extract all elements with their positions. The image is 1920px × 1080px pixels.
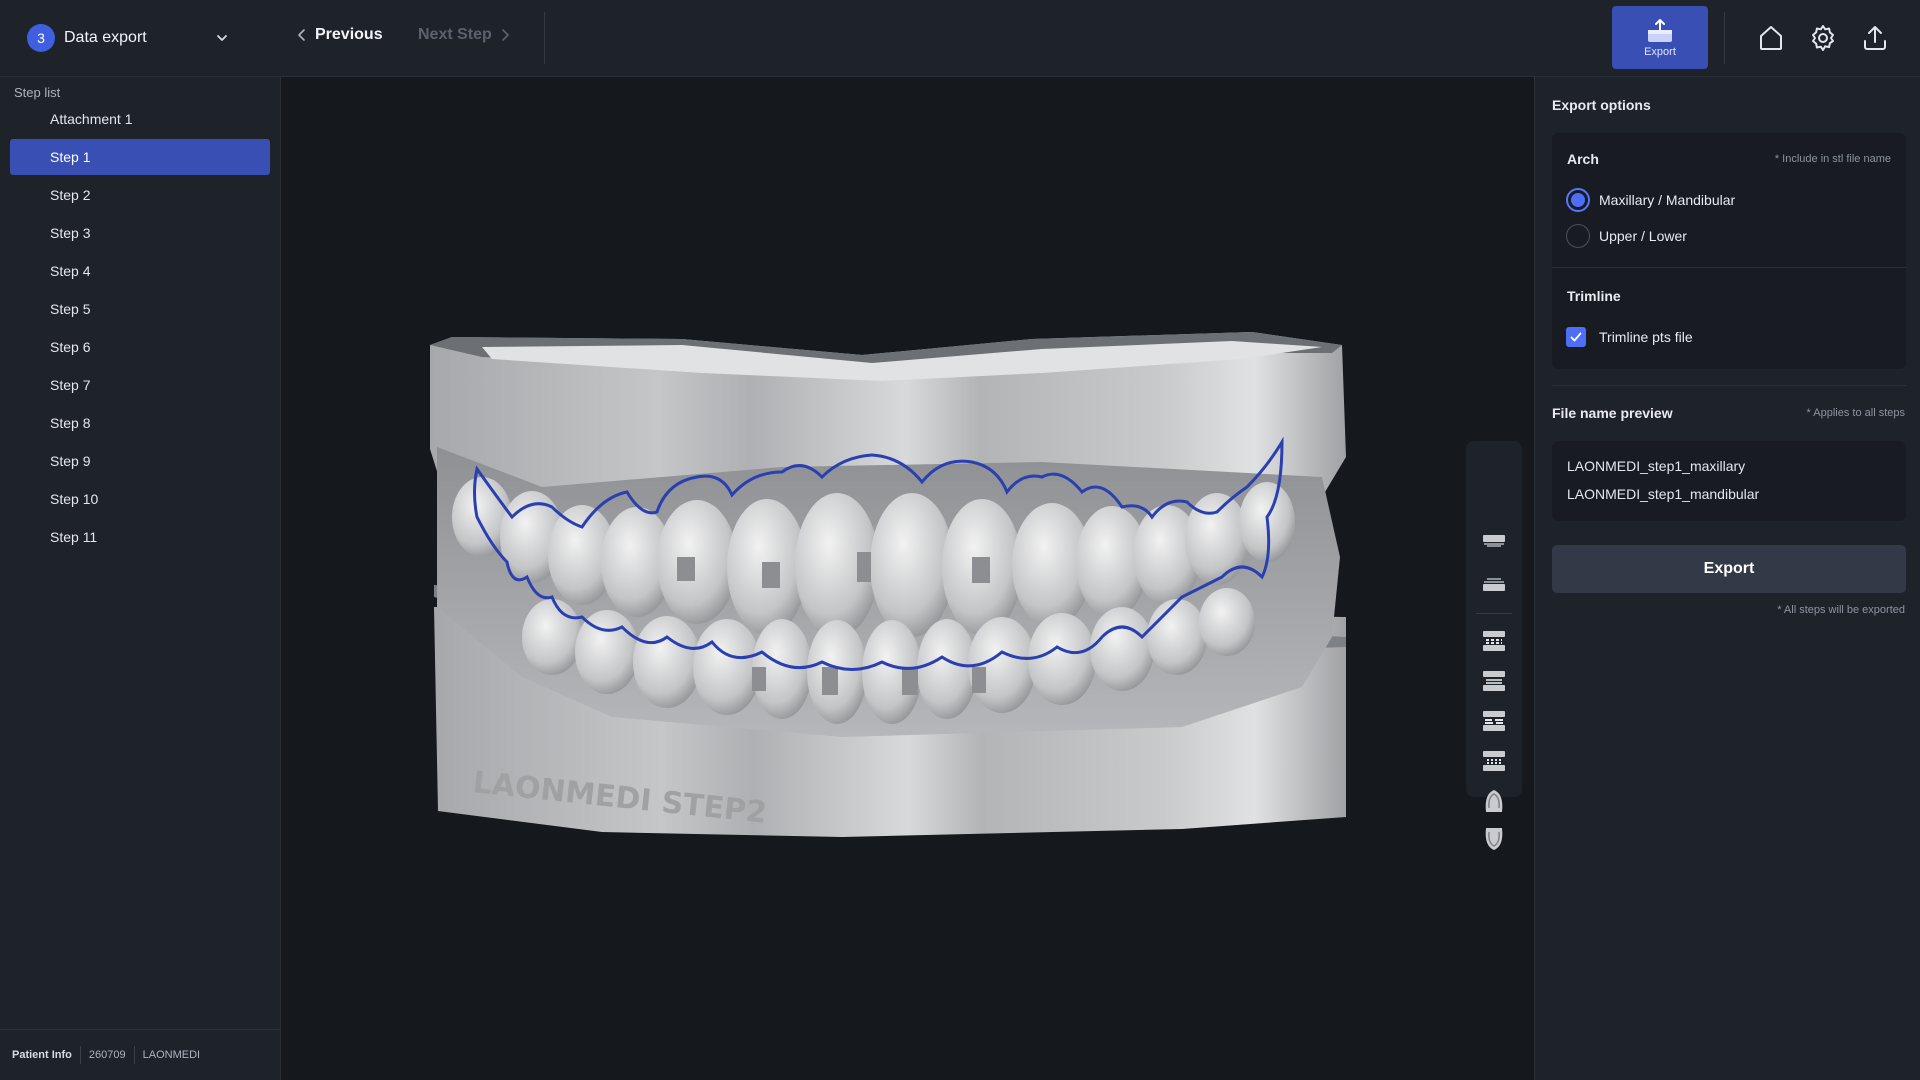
- view-left-button[interactable]: [1478, 707, 1510, 735]
- dental-model: LAONMEDI STEP2: [430, 332, 1346, 837]
- step-list-item-label: Step 11: [50, 529, 98, 545]
- home-button[interactable]: [1753, 20, 1789, 56]
- step-list-item-label: Step 3: [50, 225, 91, 241]
- step-list-item[interactable]: Step 6: [10, 329, 270, 365]
- export-button[interactable]: Export: [1552, 545, 1906, 593]
- step-list-item-label: Step 1: [50, 149, 91, 165]
- radio-label: Upper / Lower: [1599, 228, 1687, 244]
- view-occlusal-upper-button[interactable]: [1478, 787, 1510, 815]
- trimline-checkbox-label: Trimline pts file: [1599, 329, 1693, 345]
- step-list-item[interactable]: Step 1: [10, 139, 270, 175]
- step-list-item[interactable]: Step 3: [10, 215, 270, 251]
- step-list-item-label: Step 10: [50, 491, 99, 507]
- view-back-button[interactable]: [1478, 667, 1510, 695]
- file-name-preview-title: File name preview: [1552, 405, 1673, 421]
- step-list-item-label: Step 6: [50, 339, 91, 355]
- stage-selector[interactable]: 3 Data export: [27, 24, 227, 52]
- gear-icon: [1812, 25, 1834, 51]
- step-list-panel: Step list Attachment 1 Step 1 Step 2 Step 3…: [0, 77, 281, 1080]
- front-view-icon: [1483, 631, 1505, 651]
- divider: [544, 12, 545, 64]
- divider: [1476, 613, 1512, 614]
- patient-info-label: Patient Info: [12, 1049, 72, 1061]
- step-list-item[interactable]: Step 4: [10, 253, 270, 289]
- trimline-checkbox[interactable]: [1566, 327, 1586, 347]
- divider: [79, 1046, 81, 1064]
- right-view-icon: [1483, 751, 1505, 771]
- export-tray-icon: [1648, 18, 1672, 42]
- radio-button[interactable]: [1566, 224, 1590, 248]
- step-list-item-label: Step 8: [50, 415, 91, 431]
- home-icon: [1760, 26, 1782, 50]
- radio-upper-lower[interactable]: Upper / Lower: [1566, 224, 1687, 248]
- view-toolbar: [1466, 441, 1522, 850]
- radio-button[interactable]: [1566, 188, 1590, 212]
- upload-icon: [1864, 26, 1886, 50]
- divider: [133, 1046, 135, 1064]
- file-name-preview-note: * Applies to all steps: [1806, 407, 1905, 419]
- export-tool-label: Export: [1644, 45, 1676, 58]
- view-upper-button[interactable]: [1478, 529, 1510, 557]
- view-occlusal-lower-button[interactable]: [1478, 825, 1510, 853]
- export-options-panel: Export options Arch * Include in stl fil…: [1534, 77, 1920, 1080]
- step-list-item-label: Step 5: [50, 301, 91, 317]
- export-note: * All steps will be exported: [1777, 604, 1905, 616]
- step-list-item-label: Attachment 1: [50, 111, 133, 127]
- file-name-line: LAONMEDI_step1_maxillary: [1567, 458, 1746, 474]
- step-list-item[interactable]: Attachment 1: [10, 101, 270, 137]
- step-list-item-label: Step 2: [50, 187, 91, 203]
- step-list-item[interactable]: Step 11: [10, 519, 270, 555]
- previous-button[interactable]: Previous: [297, 26, 383, 44]
- stage-number-badge: 3: [27, 24, 55, 52]
- chevron-left-icon: [298, 29, 305, 41]
- divider: [1552, 385, 1906, 386]
- step-list-item[interactable]: Step 9: [10, 443, 270, 479]
- view-lower-button[interactable]: [1478, 569, 1510, 597]
- step-list-item[interactable]: Step 5: [10, 291, 270, 327]
- patient-name: LAONMEDI: [142, 1049, 201, 1061]
- stage-label: Data export: [64, 29, 147, 46]
- next-step-label: Next Step: [418, 26, 492, 43]
- chevron-right-icon: [501, 29, 509, 41]
- radio-maxillary-mandibular[interactable]: Maxillary / Mandibular: [1566, 188, 1735, 212]
- trimline-checkbox-row[interactable]: Trimline pts file: [1566, 327, 1693, 347]
- file-name-preview-box: LAONMEDI_step1_maxillary LAONMEDI_step1_…: [1552, 441, 1906, 521]
- arch-heading: Arch: [1567, 151, 1599, 167]
- top-bar: 3 Data export Previous Next Step Export: [0, 0, 1920, 77]
- step-list-item-label: Step 4: [50, 263, 91, 279]
- export-tool-button[interactable]: Export: [1612, 6, 1708, 69]
- lower-arch-icon: [1485, 828, 1503, 850]
- step-list-item[interactable]: Step 2: [10, 177, 270, 213]
- step-list-item-label: Step 7: [50, 377, 91, 393]
- chevron-down-icon: [217, 35, 227, 41]
- divider: [1724, 12, 1725, 64]
- step-list-item[interactable]: Step 10: [10, 481, 270, 517]
- lower-jaw-view-icon: [1483, 578, 1505, 591]
- arch-note: * Include in stl file name: [1774, 153, 1891, 165]
- checkmark-icon: [1570, 332, 1582, 342]
- export-options-title: Export options: [1552, 97, 1651, 113]
- upload-button[interactable]: [1857, 20, 1893, 56]
- step-list-item[interactable]: Step 7: [10, 367, 270, 403]
- upper-arch-icon: [1485, 790, 1503, 812]
- options-card: Arch * Include in stl file name Maxillar…: [1552, 133, 1906, 369]
- file-name-line: LAONMEDI_step1_mandibular: [1567, 486, 1760, 502]
- settings-button[interactable]: [1805, 20, 1841, 56]
- step-list-item-label: Step 9: [50, 453, 91, 469]
- step-list-item[interactable]: Step 8: [10, 405, 270, 441]
- radio-label: Maxillary / Mandibular: [1599, 192, 1736, 208]
- view-right-button[interactable]: [1478, 747, 1510, 775]
- left-view-icon: [1483, 711, 1505, 731]
- divider: [1552, 267, 1906, 268]
- back-view-icon: [1483, 671, 1505, 691]
- trimline-heading: Trimline: [1567, 288, 1621, 304]
- step-list-title: Step list: [14, 85, 61, 100]
- patient-id: 260709: [88, 1049, 126, 1061]
- view-front-button[interactable]: [1478, 627, 1510, 655]
- 3d-viewport[interactable]: LAONMEDI STEP2: [282, 77, 1534, 1080]
- previous-label: Previous: [315, 26, 383, 43]
- upper-jaw-view-icon: [1483, 535, 1505, 547]
- patient-info-bar: Patient Info 260709 LAONMEDI: [0, 1029, 281, 1080]
- next-step-button[interactable]: Next Step: [418, 26, 510, 44]
